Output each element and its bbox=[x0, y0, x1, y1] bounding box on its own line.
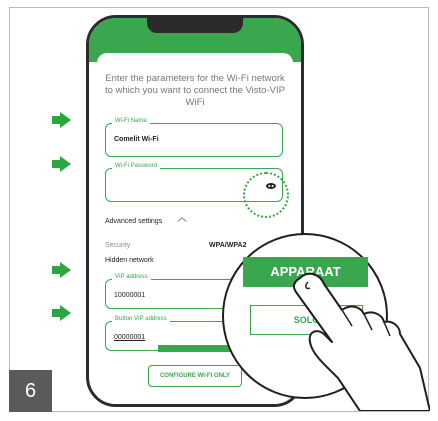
security-label: Security bbox=[105, 242, 131, 249]
vip-address-value: 10000001 bbox=[114, 292, 146, 299]
arrow-icon bbox=[52, 156, 72, 172]
progress-bar bbox=[158, 345, 234, 352]
arrow-icon bbox=[52, 305, 72, 321]
wifi-name-value: Comelit Wi-Fi bbox=[114, 136, 159, 143]
wifi-name-field[interactable]: Wi-Fi Name Comelit Wi-Fi bbox=[105, 118, 283, 157]
wifi-password-label: Wi-Fi Password bbox=[112, 163, 161, 169]
step-number-badge: 6 bbox=[9, 370, 52, 412]
arrow-icon bbox=[52, 262, 72, 278]
button-vip-address-label: Button VIP address bbox=[112, 316, 170, 322]
pointing-hand-icon bbox=[292, 272, 430, 411]
vip-address-label: VIP address bbox=[112, 274, 151, 280]
arrow-icon bbox=[52, 112, 72, 128]
phone-notch bbox=[147, 18, 243, 33]
button-vip-address-value: 00000001 bbox=[114, 334, 146, 341]
advanced-settings-label[interactable]: Advanced settings bbox=[105, 218, 162, 225]
hidden-network-label: Hidden network bbox=[105, 257, 154, 264]
collapse-chevron-icon[interactable] bbox=[177, 216, 186, 222]
security-value[interactable]: WPA/WPA2 bbox=[209, 242, 246, 249]
intro-text: Enter the parameters for the Wi-Fi netwo… bbox=[105, 73, 285, 108]
tap-highlight-circle bbox=[243, 172, 289, 218]
wifi-name-label: Wi-Fi Name bbox=[112, 118, 150, 124]
configure-wifi-only-button[interactable]: CONFIGURE WI-FI ONLY bbox=[148, 365, 242, 387]
